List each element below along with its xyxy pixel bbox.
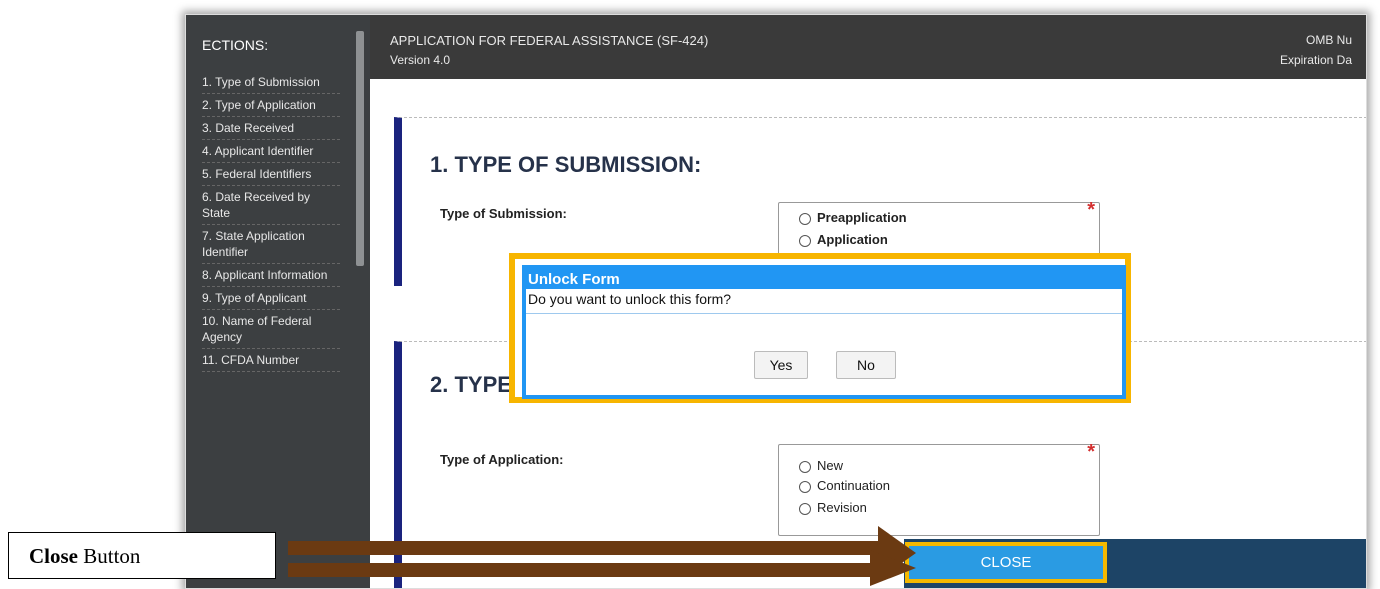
sidebar-item-applicant-identifier[interactable]: 4. Applicant Identifier bbox=[202, 140, 340, 163]
radio-revision[interactable]: Revision bbox=[779, 497, 1099, 519]
field-label: Type of Submission: bbox=[440, 206, 567, 221]
callout-arrow-top bbox=[288, 541, 880, 555]
sidebar-item-date-received[interactable]: 3. Date Received bbox=[202, 117, 340, 140]
radio-circle-icon bbox=[799, 480, 811, 493]
field-label: Type of Application: bbox=[440, 452, 564, 467]
required-icon: * bbox=[1087, 199, 1095, 221]
expiration-date: Expiration Da bbox=[1279, 53, 1352, 67]
dialog-title: Unlock Form bbox=[526, 269, 1124, 289]
close-button-callout: Close Button bbox=[8, 532, 276, 579]
sections-sidebar: ECTIONS: 1. Type of Submission 2. Type o… bbox=[186, 15, 370, 588]
sidebar-scrollbar[interactable] bbox=[356, 31, 364, 266]
sidebar-item-type-of-applicant[interactable]: 9. Type of Applicant bbox=[202, 287, 340, 310]
omb-number: OMB Nu bbox=[1305, 33, 1352, 47]
dialog-message: Do you want to unlock this form? bbox=[528, 291, 732, 307]
no-button[interactable]: No bbox=[836, 351, 896, 379]
sidebar-item-date-received-by-state[interactable]: 6. Date Received by State bbox=[202, 186, 340, 225]
yes-button[interactable]: Yes bbox=[754, 351, 808, 379]
close-button[interactable]: CLOSE bbox=[905, 542, 1107, 583]
radio-circle-icon bbox=[799, 212, 811, 225]
form-header: APPLICATION FOR FEDERAL ASSISTANCE (SF-4… bbox=[370, 15, 1366, 79]
form-version: Version 4.0 bbox=[390, 53, 451, 67]
radio-circle-icon bbox=[799, 234, 811, 247]
sidebar-item-cfda-number[interactable]: 11. CFDA Number bbox=[202, 349, 340, 372]
section-heading: 1. TYPE OF SUBMISSION: bbox=[430, 152, 702, 177]
form-title: APPLICATION FOR FEDERAL ASSISTANCE (SF-4… bbox=[390, 33, 709, 48]
modal-highlight: Unlock Form Do you want to unlock this f… bbox=[509, 253, 1131, 403]
sidebar-title: ECTIONS: bbox=[202, 37, 269, 53]
sidebar-list: 1. Type of Submission 2. Type of Applica… bbox=[202, 71, 340, 372]
sidebar-item-name-of-federal-agency[interactable]: 10. Name of Federal Agency bbox=[202, 310, 340, 349]
radio-circle-icon bbox=[799, 502, 811, 515]
radio-application[interactable]: Application bbox=[779, 229, 1099, 251]
sidebar-item-applicant-information[interactable]: 8. Applicant Information bbox=[202, 264, 340, 287]
unlock-form-dialog: Unlock Form Do you want to unlock this f… bbox=[522, 265, 1126, 399]
section-heading: 2. TYPE bbox=[430, 372, 512, 397]
callout-arrow-bottom bbox=[288, 563, 880, 577]
sidebar-item-type-of-application[interactable]: 2. Type of Application bbox=[202, 94, 340, 117]
sidebar-item-federal-identifiers[interactable]: 5. Federal Identifiers bbox=[202, 163, 340, 186]
radio-continuation[interactable]: Continuation bbox=[779, 475, 1099, 497]
arrow-head-icon bbox=[870, 526, 916, 586]
sidebar-item-state-application-identifier[interactable]: 7. State Application Identifier bbox=[202, 225, 340, 264]
radio-circle-icon bbox=[799, 460, 811, 473]
required-icon: * bbox=[1087, 441, 1095, 463]
radio-new[interactable]: New bbox=[779, 451, 1099, 475]
radio-preapplication[interactable]: Preapplication bbox=[779, 207, 1099, 229]
application-options: * New Continuation Revision bbox=[778, 441, 1100, 536]
dialog-divider bbox=[526, 313, 1122, 314]
sidebar-item-type-of-submission[interactable]: 1. Type of Submission bbox=[202, 71, 340, 94]
